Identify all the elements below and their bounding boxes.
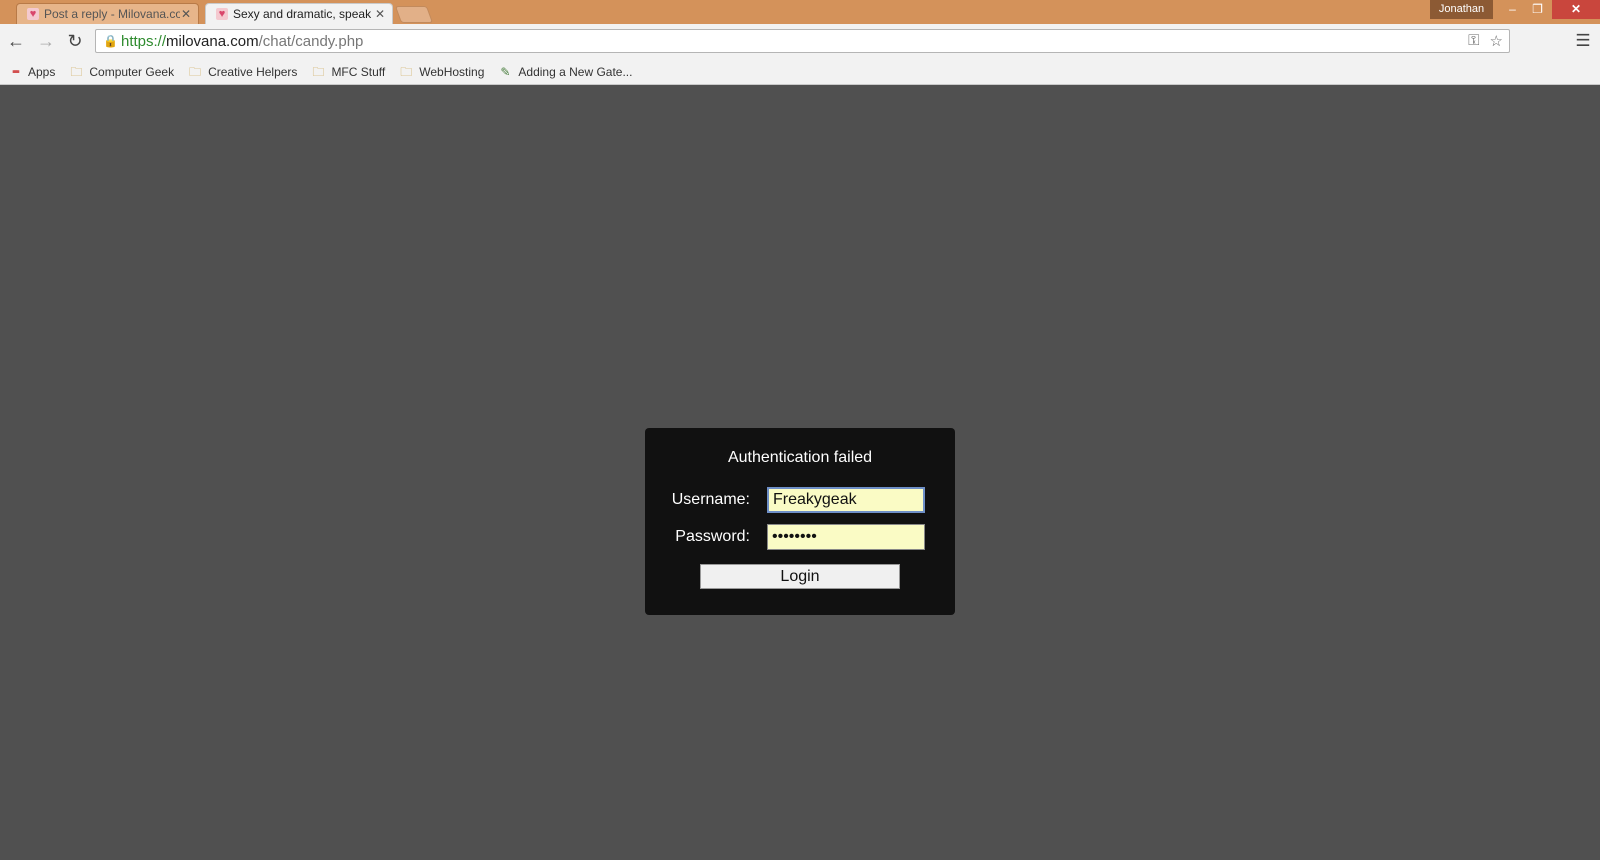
folder-icon: 🗀: [189, 64, 202, 79]
password-row: Password:: [645, 524, 955, 550]
star-icon[interactable]: ☆: [1490, 32, 1503, 50]
bookmark-label: Creative Helpers: [208, 64, 298, 79]
back-arrow-icon[interactable]: ←: [5, 30, 27, 52]
minimize-button[interactable]: –: [1499, 0, 1526, 19]
bookmark-adding-new-gate[interactable]: ✎ Adding a New Gate...: [498, 65, 632, 79]
restore-button[interactable]: ❐: [1524, 0, 1551, 19]
bookmark-label: MFC Stuff: [331, 64, 386, 79]
key-icon[interactable]: ⚿: [1468, 32, 1479, 50]
tab-close-icon[interactable]: ✕: [374, 8, 386, 20]
bookmark-label: Apps: [28, 64, 56, 79]
forward-arrow-icon[interactable]: →: [35, 30, 57, 52]
username-row: Username:: [645, 487, 955, 513]
folder-icon: 🗀: [312, 64, 325, 79]
username-input[interactable]: [767, 487, 925, 513]
auth-error-message: Authentication failed: [727, 449, 873, 466]
username-label: Username:: [671, 491, 750, 508]
folder-icon: 🗀: [70, 64, 83, 79]
bookmark-mfc-stuff[interactable]: 🗀 MFC Stuff: [311, 65, 385, 79]
bookmark-label: WebHosting: [419, 64, 485, 79]
password-input[interactable]: [767, 524, 925, 550]
title-bar: ♥ Post a reply - Milovana.co ✕ ♥ Sexy an…: [0, 0, 1600, 24]
lock-icon: 🔒: [103, 34, 118, 48]
tab-post-reply[interactable]: ♥ Post a reply - Milovana.co ✕: [16, 3, 199, 24]
menu-hamburger-icon[interactable]: ☰: [1572, 30, 1594, 52]
bookmark-apps[interactable]: ▪▪▪ Apps: [8, 65, 55, 79]
tab-sexy-dramatic[interactable]: ♥ Sexy and dramatic, speak ✕: [205, 3, 393, 24]
close-window-button[interactable]: ✕: [1552, 0, 1600, 19]
apps-grid-icon: ▪▪▪: [12, 65, 20, 78]
url-path: /chat/candy.php: [258, 32, 364, 50]
address-bar[interactable]: 🔒 https://milovana.com/chat/candy.php ⚿ …: [95, 29, 1510, 53]
heart-favicon-icon: ♥: [216, 8, 228, 20]
profile-button[interactable]: Jonathan: [1430, 0, 1493, 19]
login-button[interactable]: Login: [700, 564, 900, 589]
url-host: milovana.com: [166, 32, 259, 50]
bookmark-label: Adding a New Gate...: [518, 64, 633, 79]
heart-favicon-icon: ♥: [27, 8, 39, 20]
password-label: Password:: [675, 528, 750, 545]
page-icon: ✎: [500, 64, 511, 79]
tab-title: Sexy and dramatic, speak: [233, 7, 372, 21]
url-scheme: https://: [121, 32, 167, 50]
bookmark-webhosting[interactable]: 🗀 WebHosting: [399, 65, 484, 79]
new-tab-button[interactable]: [394, 6, 434, 23]
tab-close-icon[interactable]: ✕: [180, 8, 192, 20]
bookmark-creative-helpers[interactable]: 🗀 Creative Helpers: [188, 65, 297, 79]
bookmark-label: Computer Geek: [89, 64, 175, 79]
reload-icon[interactable]: ↻: [64, 30, 86, 52]
login-dialog: Authentication failed Username: Password…: [645, 428, 955, 615]
bookmark-computer-geek[interactable]: 🗀 Computer Geek: [69, 65, 174, 79]
url-text[interactable]: https://milovana.com/chat/candy.php: [121, 33, 363, 50]
tab-title: Post a reply - Milovana.co: [44, 7, 180, 21]
bookmarks-bar: ▪▪▪ Apps 🗀 Computer Geek 🗀 Creative Help…: [0, 59, 1600, 85]
folder-icon: 🗀: [400, 64, 413, 79]
browser-toolbar: ← → ↻ 🔒 https://milovana.com/chat/candy.…: [0, 24, 1600, 59]
